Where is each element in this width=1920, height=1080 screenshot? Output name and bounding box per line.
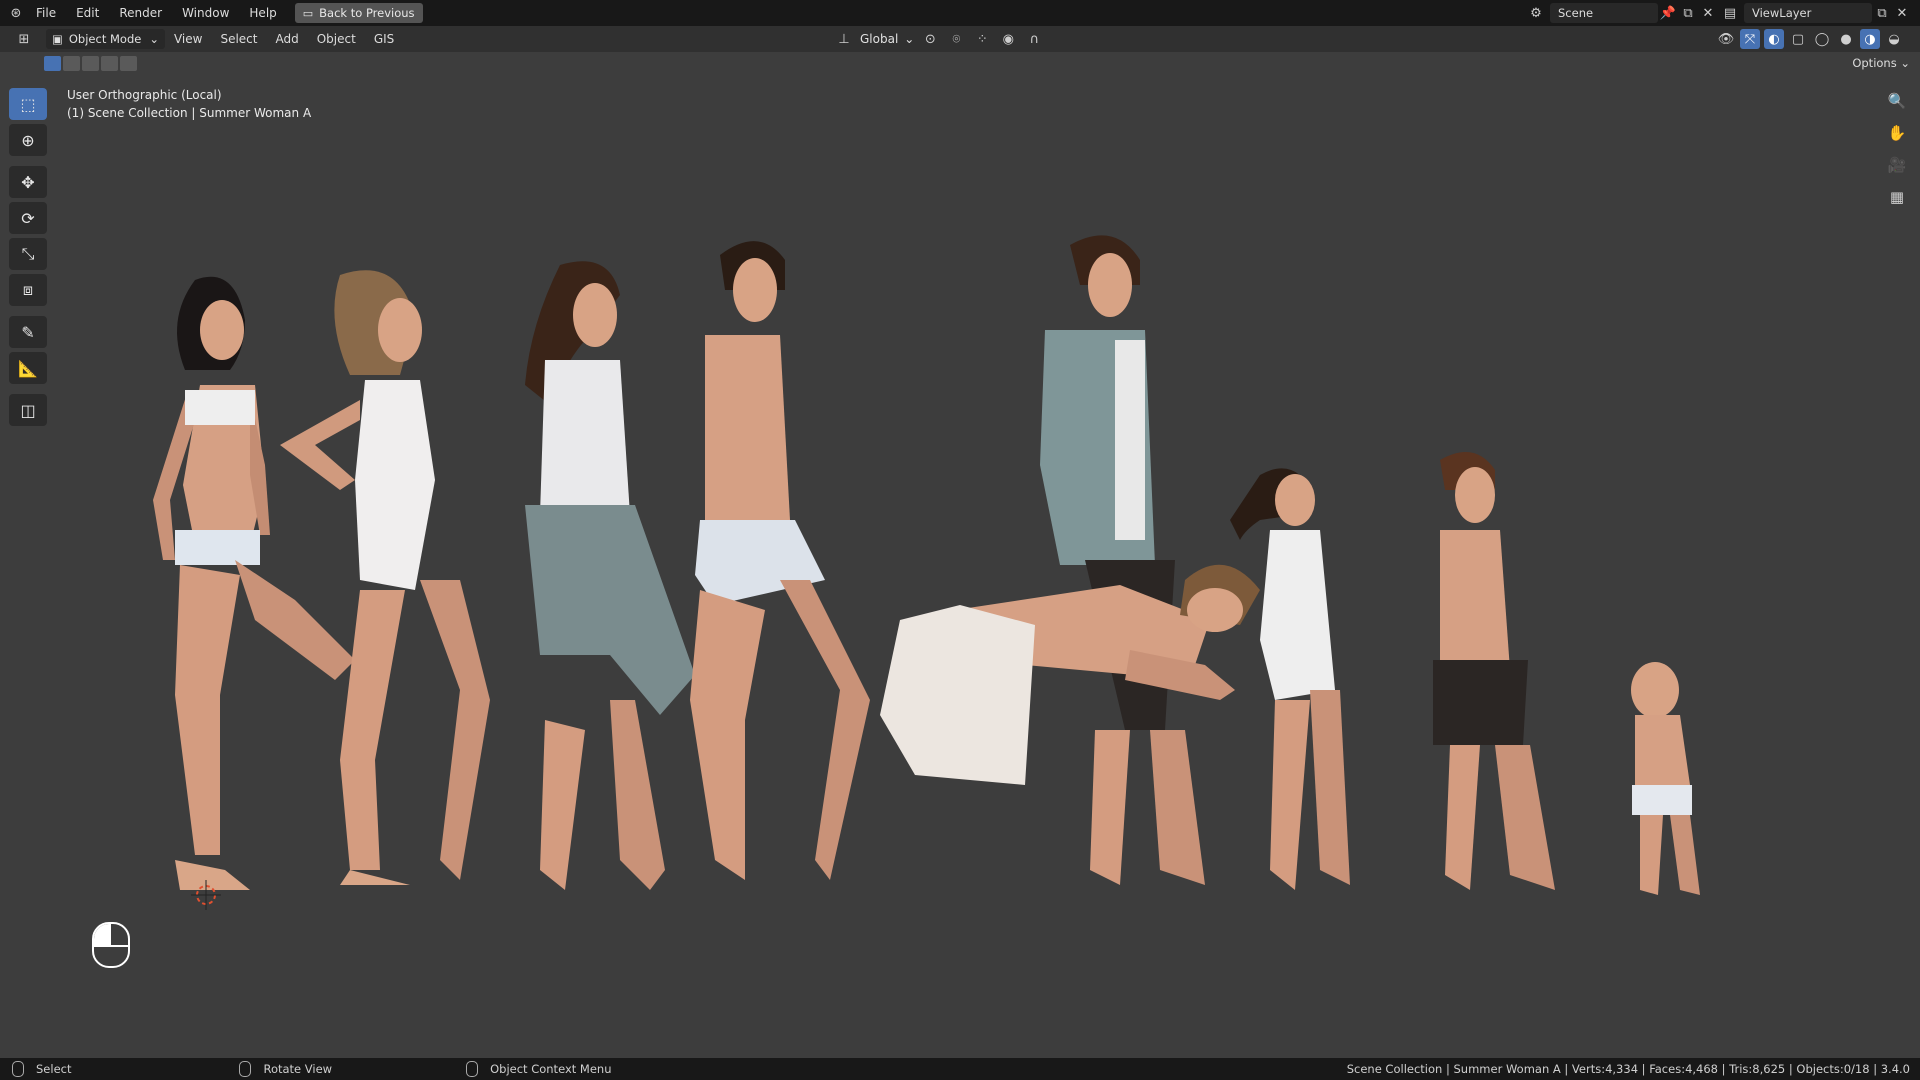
menu-select[interactable]: Select: [211, 26, 266, 52]
status-select-label: Select: [36, 1062, 72, 1076]
cursor-icon[interactable]: ⊕: [9, 124, 47, 156]
camera-icon[interactable]: 🎥: [1884, 152, 1910, 178]
add-cube-icon[interactable]: ◫: [9, 394, 47, 426]
figure-woman-bikini[interactable]: [153, 276, 355, 890]
status-rotate: Rotate View: [227, 1061, 332, 1077]
scene-name: Scene: [1558, 6, 1594, 20]
mouse-left-icon: [12, 1061, 24, 1077]
figure-man-plaid[interactable]: [1040, 235, 1205, 885]
gizmo-icon[interactable]: ⤧: [1740, 29, 1760, 49]
snap-icon[interactable]: ⌾: [946, 29, 966, 49]
scene-selector: ⚙ Scene 📌 ⧉ ✕: [1526, 3, 1718, 23]
snap-grid-icon[interactable]: ⁘: [972, 29, 992, 49]
figure-baby[interactable]: [1631, 662, 1700, 895]
blender-logo-icon[interactable]: ⊛: [6, 3, 26, 23]
delete-view-layer-icon[interactable]: ✕: [1892, 3, 1912, 23]
menu-render[interactable]: Render: [109, 0, 172, 26]
mouse-right-icon: [466, 1061, 479, 1077]
selection-mode-group: [44, 56, 137, 71]
status-context: Object Context Menu: [454, 1061, 611, 1077]
delete-scene-icon[interactable]: ✕: [1698, 3, 1718, 23]
new-scene-icon[interactable]: ⧉: [1678, 3, 1698, 23]
status-select: Select: [0, 1061, 71, 1077]
scene-field[interactable]: Scene: [1550, 3, 1658, 23]
mode-label: Object Mode: [68, 32, 142, 46]
select-subtract-icon[interactable]: [82, 56, 99, 71]
falloff-icon[interactable]: ∩: [1024, 29, 1044, 49]
menu-gis[interactable]: GIS: [365, 26, 403, 52]
scale-icon[interactable]: ⤡: [9, 238, 47, 270]
move-icon[interactable]: ✥: [9, 166, 47, 198]
pivot-point-icon[interactable]: ⊙: [920, 29, 940, 49]
select-intersect-icon[interactable]: [120, 56, 137, 71]
xray-icon[interactable]: ▢: [1788, 29, 1808, 49]
transform-icon[interactable]: ⧈: [9, 274, 47, 306]
proportional-edit-icon[interactable]: ◉: [998, 29, 1018, 49]
view-layer-field[interactable]: ViewLayer: [1744, 3, 1872, 23]
screen-icon: ▭: [302, 6, 314, 20]
mode-dropdown[interactable]: ▣ Object Mode ⌄: [46, 29, 165, 49]
back-to-previous-button[interactable]: ▭ Back to Previous: [294, 3, 423, 23]
menu-view[interactable]: View: [165, 26, 211, 52]
viewport-scene[interactable]: [0, 0, 1920, 1080]
material-shading-icon[interactable]: ◑: [1860, 29, 1880, 49]
figure-girl[interactable]: [1230, 468, 1350, 890]
grid-icon[interactable]: ▦: [1884, 184, 1910, 210]
back-to-previous-label: Back to Previous: [319, 6, 415, 20]
figure-woman-tank[interactable]: [525, 261, 695, 890]
scene-icon[interactable]: ⚙: [1526, 3, 1546, 23]
pin-icon[interactable]: 📌: [1658, 3, 1678, 23]
select-invert-icon[interactable]: [101, 56, 118, 71]
figure-boy[interactable]: [1433, 452, 1555, 890]
options-label: Options: [1852, 56, 1897, 70]
chevron-down-icon: ⌄: [904, 32, 915, 46]
mouse-middle-icon: [239, 1061, 252, 1077]
status-context-label: Object Context Menu: [490, 1062, 612, 1076]
select-extend-icon[interactable]: [63, 56, 80, 71]
rotate-icon[interactable]: ⟳: [9, 202, 47, 234]
solid-shading-icon[interactable]: ●: [1836, 29, 1856, 49]
new-view-layer-icon[interactable]: ⧉: [1872, 3, 1892, 23]
transform-controls: ⊥ Global ⌄ ⊙ ⌾ ⁘ ◉ ∩: [834, 29, 1044, 49]
tool-shelf: ⬚ ⊕ ✥ ⟳ ⤡ ⧈ ✎ 📐 ◫: [9, 88, 49, 426]
viewport-shading-controls: 👁 ⤧ ◐ ▢ ◯ ● ◑ ◒: [1716, 29, 1904, 49]
viewport-info: User Orthographic (Local) (1) Scene Coll…: [67, 86, 311, 122]
annotate-icon[interactable]: ✎: [9, 316, 47, 348]
wireframe-shading-icon[interactable]: ◯: [1812, 29, 1832, 49]
options-dropdown[interactable]: Options ⌄: [1852, 56, 1910, 70]
object-mode-icon: ▣: [52, 32, 63, 46]
collection-info: (1) Scene Collection | Summer Woman A: [67, 106, 312, 120]
measure-icon[interactable]: 📐: [9, 352, 47, 384]
mouse-button-indicator-icon: [92, 922, 130, 968]
menu-object[interactable]: Object: [308, 26, 365, 52]
view-name: User Orthographic (Local): [67, 88, 222, 102]
view-layer-icon[interactable]: ▤: [1720, 3, 1740, 23]
figure-man-crawling[interactable]: [880, 564, 1260, 785]
editor-type-icon[interactable]: ⊞: [14, 29, 34, 49]
figure-man-shorts[interactable]: [690, 241, 870, 880]
rendered-shading-icon[interactable]: ◒: [1884, 29, 1904, 49]
zoom-icon[interactable]: 🔍: [1884, 88, 1910, 114]
status-bar: Select Rotate View Object Context Menu S…: [0, 1058, 1920, 1080]
status-rotate-label: Rotate View: [263, 1062, 333, 1076]
orientation-icon[interactable]: ⊥: [834, 29, 854, 49]
overlay-icon[interactable]: ◐: [1764, 29, 1784, 49]
view-layer-name: ViewLayer: [1752, 6, 1812, 20]
pan-hand-icon[interactable]: ✋: [1884, 120, 1910, 146]
menu-window[interactable]: Window: [172, 0, 239, 26]
menu-help[interactable]: Help: [239, 0, 286, 26]
menu-add[interactable]: Add: [266, 26, 307, 52]
view-layer-selector: ▤ ViewLayer ⧉ ✕: [1720, 3, 1912, 23]
orientation-label[interactable]: Global: [860, 32, 898, 46]
menu-edit[interactable]: Edit: [66, 0, 109, 26]
scene-statistics: Scene Collection | Summer Woman A | Vert…: [1346, 1062, 1910, 1076]
select-new-icon[interactable]: [44, 56, 61, 71]
menu-file[interactable]: File: [26, 0, 66, 26]
chevron-down-icon: ⌄: [149, 32, 159, 46]
figure-woman-swimsuit[interactable]: [280, 270, 490, 885]
visibility-icon[interactable]: 👁: [1716, 29, 1736, 49]
select-box-icon[interactable]: ⬚: [9, 88, 47, 120]
navigation-gizmo: 🔍 ✋ 🎥 ▦: [1884, 88, 1910, 210]
